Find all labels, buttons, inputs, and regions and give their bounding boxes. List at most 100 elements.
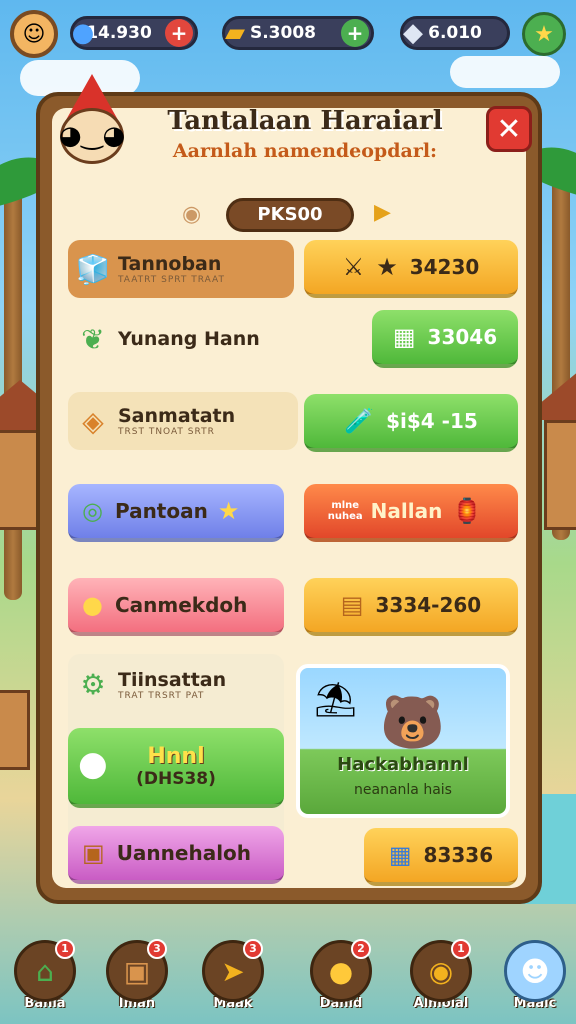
claim-button-1[interactable]: ⚔ ★ 34230 bbox=[304, 240, 518, 298]
next-page-icon[interactable]: ▶ bbox=[374, 200, 391, 225]
claim-button-2[interactable]: ▦ 33046 bbox=[372, 310, 518, 368]
chick-icon: ● bbox=[328, 954, 354, 988]
claim-button-5[interactable]: ▤ 3334-260 bbox=[304, 578, 518, 636]
nav-item-magic[interactable]: ☻ Maaic bbox=[498, 940, 572, 1018]
row-sub: TRST TNOAT SRTR bbox=[118, 427, 215, 437]
reward-row-2[interactable]: ❦ Yunang Hann bbox=[68, 310, 294, 368]
umbrella-icon: ⛱ bbox=[314, 680, 358, 720]
promo-title: Hackabhannl bbox=[337, 754, 469, 775]
reward-row-7[interactable]: ▣ Uannehaloh bbox=[68, 826, 284, 884]
claim-button-4[interactable]: mlne nuhea Nallan 🏮 bbox=[304, 484, 518, 542]
chest-icon: 🧊 bbox=[75, 252, 111, 286]
row-label: Pantoan bbox=[114, 499, 208, 523]
egg-icon: ● bbox=[78, 744, 108, 784]
nav-item-shop[interactable]: ◉ 1 Almoial bbox=[404, 939, 478, 1018]
claim-value: 34230 bbox=[409, 255, 480, 279]
player-avatar[interactable]: ☺ bbox=[10, 10, 58, 58]
crate-icon: ◈ bbox=[82, 404, 104, 438]
cloud bbox=[450, 56, 560, 88]
book-icon: ▤ bbox=[340, 591, 364, 619]
promo-banner[interactable]: ⛱ 🐻 Hackabhannl neananla hais bbox=[296, 664, 510, 818]
nav-item-friends[interactable]: ● 2 Danid bbox=[304, 939, 378, 1018]
page-selector: ◉ PKS00 ▶ bbox=[52, 196, 526, 236]
badge: 3 bbox=[243, 939, 263, 959]
daily-panel: ◉ PKS00 ▶ 🧊 Tannoban TAATRT SPRT TRAAT ⚔… bbox=[36, 74, 542, 904]
bottom-nav: ⌂ 1 Banla ▣ 3 Iman ➤ 3 Maak ● 2 Danid ◉ 1 Alm… bbox=[0, 939, 576, 1024]
snail-icon: ◎ bbox=[82, 497, 103, 525]
currency-pill-3: ◆ 6.010 bbox=[400, 16, 510, 50]
gold-chest-icon: ▰ bbox=[225, 18, 245, 48]
star-icon: ★ bbox=[376, 253, 398, 281]
lantern-icon: 🏮 bbox=[452, 497, 483, 525]
reward-row-4[interactable]: ◎ Pantoan ★ bbox=[68, 484, 284, 542]
mascot: ◕‿◕ bbox=[54, 74, 130, 174]
promo-subtitle: neananla hais bbox=[354, 782, 452, 798]
currency-pill-1: ● 14.930 + bbox=[70, 16, 198, 50]
badge: 1 bbox=[451, 939, 471, 959]
chick-icon: ● bbox=[82, 591, 103, 619]
badge: 2 bbox=[351, 939, 371, 959]
box-icon: ▣ bbox=[82, 839, 105, 867]
nav-item-home[interactable]: ⌂ 1 Banla bbox=[8, 939, 82, 1018]
row-label: Tannoban bbox=[118, 253, 222, 275]
ticket-icon: ▦ bbox=[388, 841, 412, 869]
reward-row-1[interactable]: 🧊 Tannoban TAATRT SPRT TRAAT bbox=[68, 240, 294, 298]
close-icon: ✕ bbox=[496, 111, 522, 147]
add-gold-button[interactable]: + bbox=[341, 19, 369, 47]
row-label: Sanmatatn bbox=[118, 405, 236, 427]
gear-icon: ⚙ bbox=[80, 668, 106, 701]
panel-title: Tantalaan Haraiarl bbox=[167, 106, 443, 136]
reward-row-5[interactable]: ● Canmekdoh bbox=[68, 578, 284, 636]
claim-value: 33046 bbox=[427, 325, 498, 349]
tag-line-1: mlne bbox=[331, 500, 360, 511]
reward-row-3[interactable]: ◈ Sanmatatn TRST TNOAT SRTR bbox=[68, 392, 298, 450]
claim-label: Nallan bbox=[370, 499, 443, 523]
ticket-icon: ▦ bbox=[392, 323, 416, 351]
claim-value: 83336 bbox=[423, 843, 494, 867]
row-label: Yunang Hann bbox=[118, 328, 260, 350]
currency-pill-2: ▰ S.3008 + bbox=[222, 16, 374, 50]
swords-icon: ⚔ bbox=[342, 253, 365, 281]
claim-button-6[interactable]: ● Hnnl (DHS38) bbox=[68, 728, 284, 808]
tag-line-2: nuhea bbox=[327, 511, 363, 522]
leaf-icon: ❦ bbox=[81, 322, 105, 356]
favorites-button[interactable]: ★ bbox=[522, 12, 566, 56]
badge: 1 bbox=[55, 939, 75, 959]
panel-body: ◉ PKS00 ▶ 🧊 Tannoban TAATRT SPRT TRAAT ⚔… bbox=[52, 108, 526, 888]
row-label: Uannehaloh bbox=[116, 841, 252, 865]
row-label: Tiinsattan bbox=[118, 668, 227, 691]
panel-subtitle: Aarnlah namendeopdarl: bbox=[172, 140, 438, 162]
page-label: PKS00 bbox=[226, 198, 354, 232]
badge: 3 bbox=[147, 939, 167, 959]
add-currency-button[interactable]: + bbox=[165, 19, 193, 47]
claim-value: 3334-260 bbox=[375, 593, 482, 617]
row-sub: TAATRT SPRT TRAAT bbox=[118, 275, 225, 285]
hut bbox=[0, 430, 40, 530]
crate-icon: ▣ bbox=[123, 954, 151, 988]
hut bbox=[0, 690, 30, 770]
face-icon: ☺ bbox=[22, 21, 46, 47]
hut bbox=[544, 420, 576, 530]
nav-item-inventory[interactable]: ▣ 3 Iman bbox=[100, 939, 174, 1018]
claim-button-7[interactable]: ▦ 83336 bbox=[364, 828, 518, 886]
coin-icon: ● bbox=[71, 18, 95, 48]
gem-icon: ◆ bbox=[403, 18, 423, 48]
claim-label: Hnnl bbox=[147, 743, 205, 769]
prev-page-icon[interactable]: ◉ bbox=[182, 202, 201, 227]
mascot-face-icon: ◕‿◕ bbox=[59, 108, 125, 164]
ghost-icon: ☻ bbox=[520, 954, 550, 988]
claim-sub: (DHS38) bbox=[136, 768, 216, 789]
coins-icon: ◉ bbox=[428, 954, 454, 988]
potion-icon: 🧪 bbox=[344, 407, 375, 435]
map-pin-icon: ➤ bbox=[221, 954, 245, 988]
nav-item-map[interactable]: ➤ 3 Maak bbox=[196, 939, 270, 1018]
top-bar: ☺ ● 14.930 + ▰ S.3008 + ◆ 6.010 ★ bbox=[0, 8, 576, 58]
star-icon: ★ bbox=[534, 21, 554, 47]
claim-button-3[interactable]: 🧪 $i$4 -15 bbox=[304, 394, 518, 452]
row-label: Canmekdoh bbox=[114, 593, 248, 617]
row-sub: TRAT TRSRT PAT bbox=[118, 690, 205, 701]
bear-icon: 🐻 bbox=[380, 693, 445, 753]
house-icon: ⌂ bbox=[36, 954, 54, 988]
close-button[interactable]: ✕ bbox=[486, 106, 532, 152]
stars-icon: ★ bbox=[217, 497, 240, 525]
